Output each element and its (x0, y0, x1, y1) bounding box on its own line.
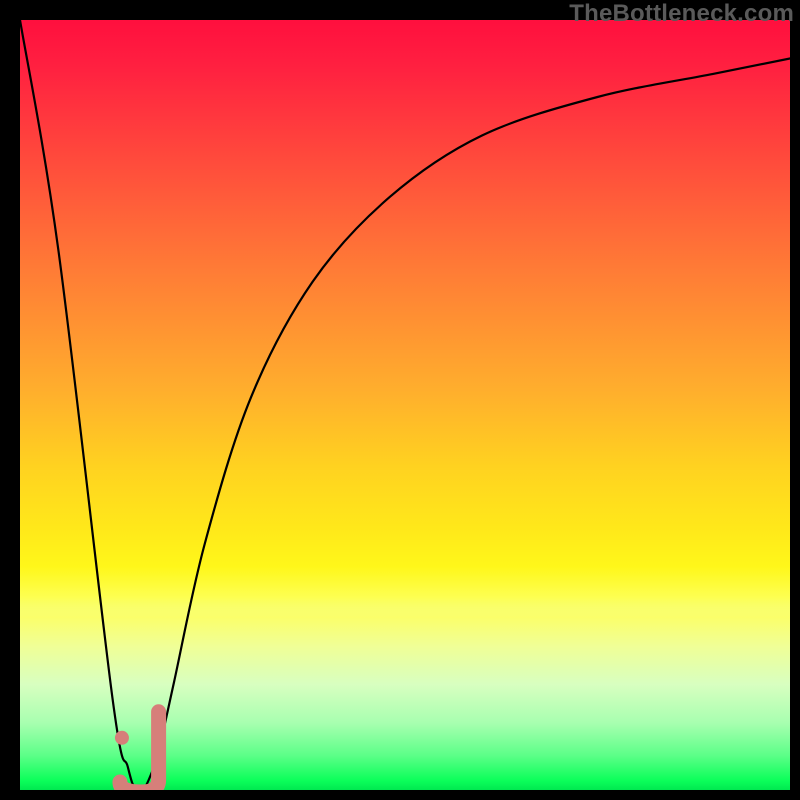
curve-layer (20, 20, 790, 790)
chart-container: TheBottleneck.com (0, 0, 800, 800)
watermark-text: TheBottleneck.com (569, 0, 794, 28)
plot-area (20, 20, 790, 790)
bottleneck-curve (20, 20, 790, 790)
